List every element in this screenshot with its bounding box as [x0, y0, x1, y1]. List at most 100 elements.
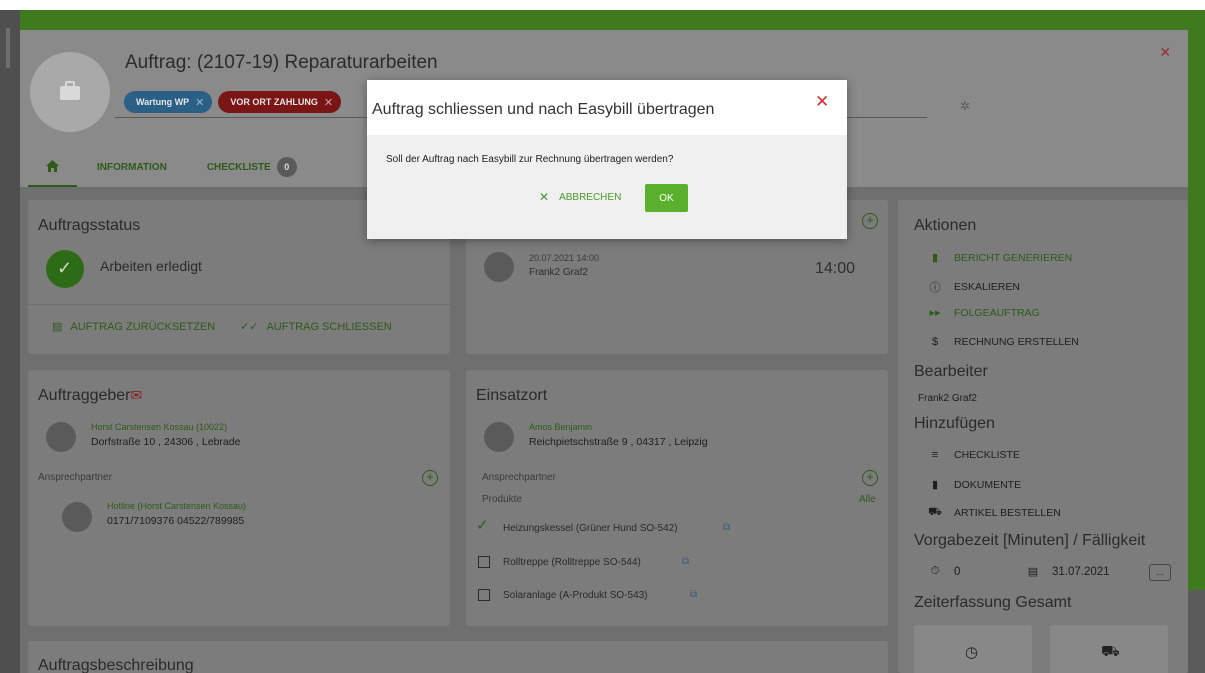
external-link-icon[interactable]: ⧉	[682, 556, 689, 567]
site-contact-label: Ansprechpartner	[482, 472, 556, 483]
client-name-link[interactable]: Horst Carstensen Kossau (10022)	[91, 422, 227, 432]
contact-label: Ansprechpartner	[38, 472, 112, 483]
order-title: Auftrag: (2107-19) Reparaturarbeiten	[125, 52, 438, 73]
description-title: Auftragsbeschreibung	[38, 657, 194, 673]
checkliste-count-badge: 0	[276, 157, 297, 177]
site-title: Einsatzort	[476, 387, 548, 404]
close-icon: ✕	[539, 190, 550, 204]
person-icon	[62, 502, 92, 532]
calendar-icon: ▤	[1027, 566, 1039, 578]
tab-home[interactable]	[28, 147, 77, 187]
travel-time-box[interactable]: ⛟	[1050, 625, 1168, 673]
tag-wartung-wp[interactable]: Wartung WP ✕	[124, 91, 213, 113]
file-icon: ▮	[931, 252, 939, 264]
order-article-button[interactable]: ⛟ ARTIKEL BESTELLEN	[928, 506, 1061, 520]
double-check-icon: ✓✓	[240, 321, 259, 333]
external-link-icon[interactable]: ⧉	[723, 522, 730, 533]
ok-button[interactable]: OK	[645, 184, 688, 212]
site-address: Reichpietschstraße 9 , 04317 , Leipzig	[529, 436, 708, 448]
contact-phone: 0171/7109376 04522/789985	[107, 515, 245, 527]
escalate-button[interactable]: ⓘ ESKALIEREN	[928, 279, 1020, 295]
envelope-icon[interactable]: ✉	[131, 387, 143, 403]
time-tracking-title: Zeiterfassung Gesamt	[914, 594, 1072, 611]
client-address: Dorfstraße 10 , 24306 , Lebrade	[91, 436, 241, 448]
close-order-button[interactable]: ✓✓ AUFTRAG SCHLIESSEN	[240, 320, 392, 334]
status-text: Arbeiten erledigt	[100, 258, 202, 274]
product-checkbox[interactable]	[478, 589, 490, 601]
dollar-icon: $	[931, 336, 939, 348]
checked-icon[interactable]: ✓	[476, 516, 489, 534]
remove-tag-icon[interactable]: ✕	[195, 96, 204, 109]
cancel-button[interactable]: ✕ ABBRECHEN	[539, 185, 621, 209]
add-site-contact-icon[interactable]: +	[862, 470, 878, 486]
clock-icon: ◷	[965, 644, 979, 661]
car-icon: ⛟	[1101, 643, 1120, 660]
add-title: Hinzufügen	[914, 415, 995, 432]
appointment-date: 20.07.2021 14:00	[529, 253, 600, 263]
alert-icon: ⓘ	[929, 282, 941, 294]
work-time-box[interactable]: ◷	[914, 625, 1032, 673]
tag-list: Wartung WP ✕ VOR ORT ZAHLUNG ✕	[124, 91, 342, 113]
dialog-message: Soll der Auftrag nach Easybill zur Rechn…	[386, 154, 674, 165]
dialog-header: Auftrag schliessen und nach Easybill übe…	[367, 80, 847, 135]
follow-up-order-button[interactable]: ▸▸ FOLGEAUFTRAG	[928, 306, 1039, 320]
home-icon	[46, 160, 59, 172]
app-topbar	[0, 0, 1205, 10]
gear-icon[interactable]: ✲	[960, 99, 970, 113]
product-item: Heizungskessel (Grüner Hund SO-542)	[503, 523, 678, 534]
tab-checkliste[interactable]: CHECKLISTE 0	[187, 147, 317, 187]
due-date[interactable]: ▤ 31.07.2021	[1026, 565, 1110, 579]
close-icon[interactable]: ×	[1160, 42, 1171, 63]
truck-icon: ⛟	[928, 506, 942, 518]
tab-bar: INFORMATION CHECKLISTE 0	[28, 147, 317, 187]
product-item: Solaranlage (A-Produkt SO-543)	[503, 590, 648, 601]
product-item: Rolltreppe (Rolltreppe SO-544)	[503, 557, 641, 568]
editor-name: Frank2 Graf2	[918, 393, 977, 404]
products-label: Produkte	[482, 494, 523, 505]
appointment-time: 14:00	[815, 260, 856, 277]
forward-icon: ▸▸	[929, 307, 941, 319]
calendar-icon: ▤	[52, 321, 63, 333]
add-appointment-icon[interactable]: +	[862, 213, 878, 229]
tab-information[interactable]: INFORMATION	[77, 147, 187, 187]
app-header-bar	[20, 10, 1205, 30]
tag-vor-ort-zahlung[interactable]: VOR ORT ZAHLUNG ✕	[218, 91, 342, 113]
building-icon	[46, 422, 76, 452]
confirm-dialog: Auftrag schliessen und nach Easybill übe…	[367, 80, 847, 239]
document-icon: ▮	[931, 479, 939, 491]
remove-tag-icon[interactable]: ✕	[324, 96, 333, 109]
status-title: Auftragsstatus	[38, 217, 141, 234]
preset-minutes[interactable]: ⏱ 0	[928, 565, 961, 578]
more-button[interactable]: ...	[1149, 564, 1171, 581]
add-documents-button[interactable]: ▮ DOKUMENTE	[928, 478, 1021, 492]
avatar	[30, 52, 110, 132]
add-contact-icon[interactable]: +	[422, 470, 438, 486]
product-checkbox[interactable]	[478, 556, 490, 568]
description-card: Auftragsbeschreibung	[28, 641, 888, 673]
preset-time-title: Vorgabezeit [Minuten] / Fälligkeit	[914, 532, 1146, 549]
site-name-link[interactable]: Amos Benjamin	[529, 422, 592, 432]
close-icon[interactable]: ✕	[815, 92, 829, 112]
site-card: Einsatzort Amos Benjamin Reichpietschstr…	[466, 370, 888, 626]
generate-report-button[interactable]: ▮ BERICHT GENERIEREN	[928, 251, 1072, 265]
client-card: Auftraggeber✉ Horst Carstensen Kossau (1…	[28, 370, 450, 626]
editor-title: Bearbeiter	[914, 363, 988, 380]
appointment-person: Frank2 Graf2	[529, 267, 588, 278]
all-products-link[interactable]: Alle	[859, 494, 876, 505]
reset-order-button[interactable]: ▤ AUFTRAG ZURÜCKSETZEN	[52, 320, 215, 334]
dialog-title: Auftrag schliessen und nach Easybill übe…	[372, 101, 715, 118]
right-sidebar: Aktionen ▮ BERICHT GENERIEREN ⓘ ESKALIEREN…	[898, 200, 1188, 673]
dialog-body: Soll der Auftrag nach Easybill zur Rechn…	[367, 135, 847, 239]
external-link-icon[interactable]: ⧉	[690, 589, 697, 600]
contact-name-link[interactable]: Hotline (Horst Carstensen Kossau)	[107, 501, 246, 511]
calendar-icon	[484, 252, 514, 282]
check-icon: ✓	[46, 250, 84, 288]
actions-title: Aktionen	[914, 217, 977, 234]
briefcase-icon	[60, 81, 80, 100]
location-icon	[484, 422, 514, 452]
alarm-icon: ⏱	[930, 565, 940, 577]
checklist-icon: ≡	[931, 449, 939, 461]
create-invoice-button[interactable]: $ RECHNUNG ERSTELLEN	[928, 336, 1079, 348]
app-right-strip	[1188, 30, 1205, 590]
add-checklist-button[interactable]: ≡ CHECKLISTE	[928, 449, 1020, 461]
